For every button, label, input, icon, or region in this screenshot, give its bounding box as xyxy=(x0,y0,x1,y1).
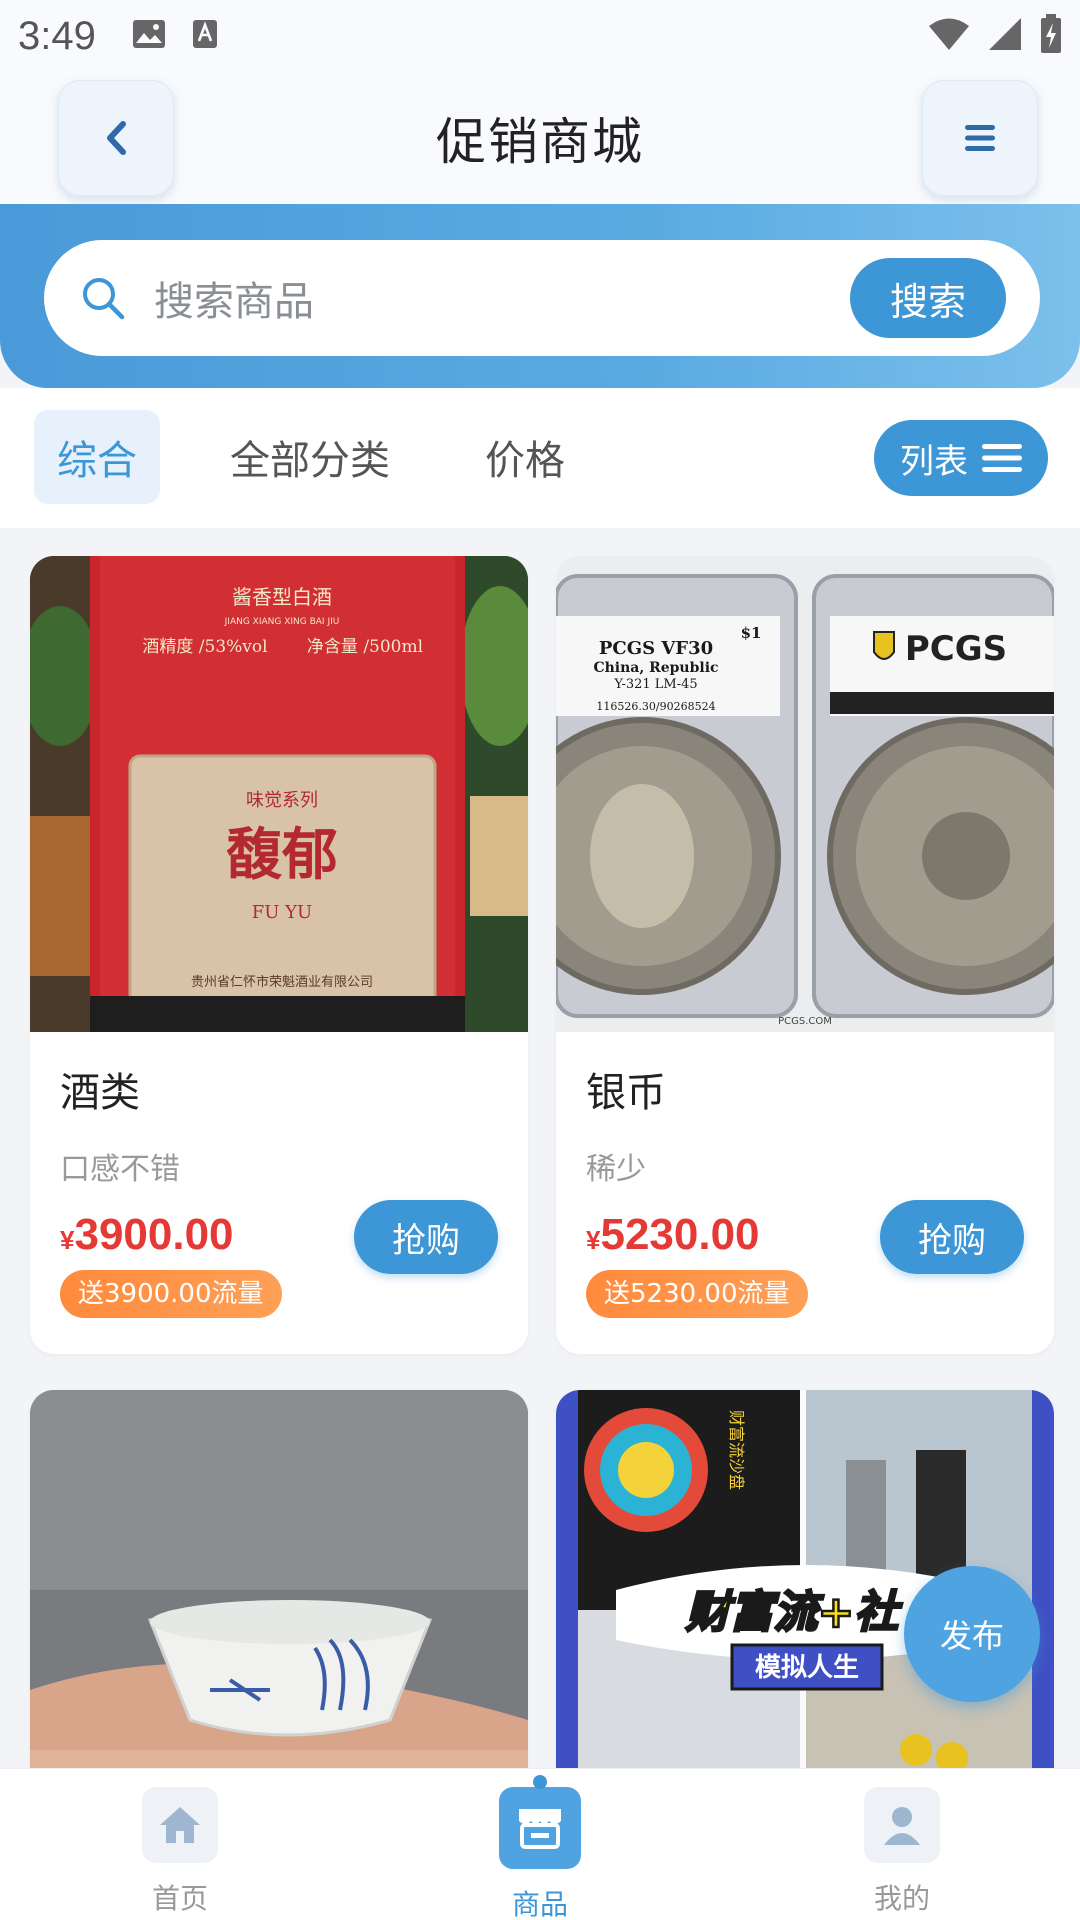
buy-button[interactable]: 抢购 xyxy=(354,1200,498,1274)
search-band: 搜索商品 搜索 xyxy=(0,204,1080,388)
hamburger-menu-icon xyxy=(965,125,995,151)
currency-symbol: ¥ xyxy=(60,1225,75,1255)
accessibility-notification-icon xyxy=(192,19,218,53)
liquor-series-text: 味觉系列 xyxy=(246,790,318,811)
filter-bar: 综合 全部分类 价格 列表 xyxy=(0,388,1080,528)
bottom-navigation: 首页 商品 我的 xyxy=(0,1768,1080,1920)
product-card[interactable]: 酱香型白酒 JIANG XIANG XING BAI JIU 酒精度 /53%v… xyxy=(30,556,528,1354)
product-card[interactable] xyxy=(30,1390,528,1790)
nav-label-products: 商品 xyxy=(511,1888,568,1920)
tab-all-categories[interactable]: 全部分类 xyxy=(230,410,390,504)
search-placeholder: 搜索商品 xyxy=(154,279,314,325)
view-toggle-button[interactable]: 列表 xyxy=(874,420,1048,496)
store-icon xyxy=(499,1787,581,1869)
product-image-porcelain-cup xyxy=(30,1390,528,1790)
coin-country-text: China, Republic xyxy=(593,660,718,676)
liquor-abv-text: 酒精度 /53%vol xyxy=(142,637,267,657)
chevron-left-icon xyxy=(107,121,126,155)
buy-button[interactable]: 抢购 xyxy=(880,1200,1024,1274)
liquor-type-text: 酱香型白酒 xyxy=(232,585,332,609)
product-subtitle: 稀少 xyxy=(586,1152,646,1187)
list-icon xyxy=(982,444,1022,472)
currency-symbol: ¥ xyxy=(586,1225,601,1255)
liquor-volume-text: 净含量 /500ml xyxy=(307,637,423,657)
coin-denomination-text: $1 xyxy=(741,624,762,642)
home-icon xyxy=(142,1787,218,1863)
tab-comprehensive[interactable]: 综合 xyxy=(34,410,160,504)
game-side-text: 财富流沙盘 xyxy=(727,1410,746,1490)
search-button[interactable]: 搜索 xyxy=(850,258,1006,338)
status-bar: 3:49 xyxy=(0,0,1080,72)
flow-badge: 送3900.00流量 xyxy=(60,1270,282,1318)
price-value: 5230.00 xyxy=(600,1210,760,1259)
coin-cert-text: 116526.30/90268524 xyxy=(596,700,715,713)
game-banner-text: 财富流+社 xyxy=(686,1587,903,1638)
product-title: 酒类 xyxy=(60,1070,140,1116)
nav-item-products[interactable]: 商品 xyxy=(465,1775,615,1920)
status-time: 3:49 xyxy=(18,13,96,58)
search-input[interactable]: 搜索商品 搜索 xyxy=(44,240,1040,356)
product-title: 银币 xyxy=(586,1070,666,1116)
coin-grade-text: PCGS VF30 xyxy=(599,638,713,659)
back-button[interactable] xyxy=(58,80,174,196)
liquor-company-text: 贵州省仁怀市荣魁酒业有限公司 xyxy=(191,974,373,990)
coin-code-text: Y-321 LM-45 xyxy=(613,677,697,692)
tab-price[interactable]: 价格 xyxy=(482,410,568,504)
wifi-icon xyxy=(928,17,970,55)
flow-badge: 送5230.00流量 xyxy=(586,1270,808,1318)
nav-item-home[interactable]: 首页 xyxy=(105,1787,255,1917)
product-subtitle: 口感不错 xyxy=(60,1152,180,1187)
coin-site-text: PCGS.COM xyxy=(778,1016,832,1027)
menu-button[interactable] xyxy=(922,80,1038,196)
product-card[interactable]: PCGS VF30 China, Republic Y-321 LM-45 11… xyxy=(556,556,1054,1354)
nav-label-home: 首页 xyxy=(151,1882,208,1915)
signal-icon xyxy=(988,17,1022,55)
view-toggle-label: 列表 xyxy=(900,441,968,482)
liquor-brand-text: 馥郁 xyxy=(226,822,338,888)
page-title: 促销商城 xyxy=(436,113,644,171)
product-image-silver-coin: PCGS VF30 China, Republic Y-321 LM-45 11… xyxy=(556,556,1054,1032)
product-info: 银币 稀少 ¥5230.00 送5230.00流量 抢购 xyxy=(556,1032,1054,1354)
battery-icon xyxy=(1040,14,1062,58)
coin-logo-text: PCGS xyxy=(905,629,1007,669)
price-value: 3900.00 xyxy=(74,1210,234,1259)
app-header: 促销商城 xyxy=(0,72,1080,204)
liquor-brand-pinyin-text: FU YU xyxy=(252,902,312,923)
nav-item-profile[interactable]: 我的 xyxy=(827,1787,977,1917)
publish-button[interactable]: 发布 xyxy=(904,1566,1040,1702)
liquor-pinyin-text: JIANG XIANG XING BAI JIU xyxy=(224,617,340,627)
game-tag-text: 模拟人生 xyxy=(755,1653,859,1683)
user-icon xyxy=(864,1787,940,1863)
search-icon xyxy=(83,278,125,320)
product-image-liquor: 酱香型白酒 JIANG XIANG XING BAI JIU 酒精度 /53%v… xyxy=(30,556,528,1032)
product-info: 酒类 口感不错 ¥3900.00 送3900.00流量 抢购 xyxy=(30,1032,528,1354)
image-notification-icon xyxy=(132,19,166,53)
nav-label-profile: 我的 xyxy=(873,1882,930,1915)
active-indicator-dot xyxy=(533,1775,547,1789)
